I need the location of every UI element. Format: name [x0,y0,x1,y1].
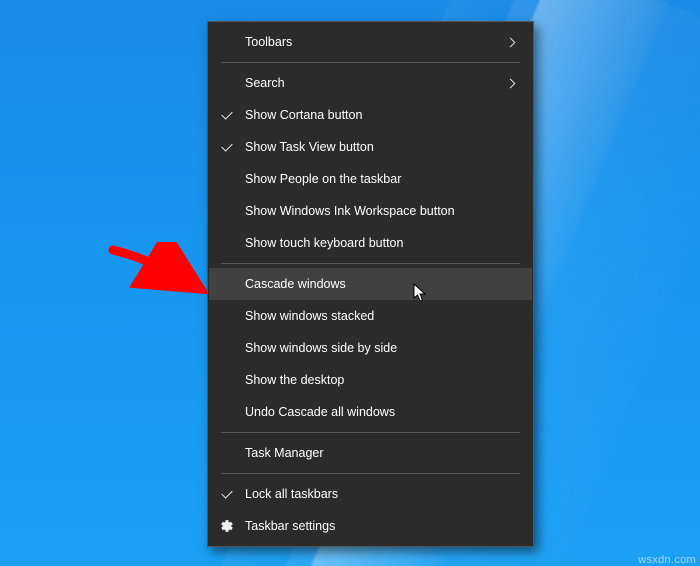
menu-item-label: Search [245,76,502,90]
taskbar-context-menu: Toolbars Search Show Cortana button Show Ta… [207,21,534,547]
menu-item-label: Show touch keyboard button [245,236,502,250]
check-icon [209,113,245,117]
menu-item-show-touch-keyboard-button[interactable]: Show touch keyboard button [209,227,532,259]
menu-item-label: Show Windows Ink Workspace button [245,204,502,218]
menu-item-label: Show Cortana button [245,108,502,122]
menu-item-show-windows-side-by-side[interactable]: Show windows side by side [209,332,532,364]
gear-icon [209,519,245,533]
menu-item-show-task-view-button[interactable]: Show Task View button [209,131,532,163]
menu-item-label: Task Manager [245,446,502,460]
menu-item-label: Toolbars [245,35,502,49]
menu-item-label: Show the desktop [245,373,502,387]
menu-separator [221,473,520,474]
desktop-wallpaper: Toolbars Search Show Cortana button Show Ta… [0,0,700,566]
menu-item-show-the-desktop[interactable]: Show the desktop [209,364,532,396]
menu-item-show-people-on-the-taskbar[interactable]: Show People on the taskbar [209,163,532,195]
menu-item-show-windows-stacked[interactable]: Show windows stacked [209,300,532,332]
menu-separator [221,263,520,264]
menu-item-lock-all-taskbars[interactable]: Lock all taskbars [209,478,532,510]
watermark-text: wsxdn.com [638,554,696,566]
menu-item-taskbar-settings[interactable]: Taskbar settings [209,510,532,542]
annotation-arrow [108,242,208,298]
chevron-right-icon [502,80,522,87]
menu-separator [221,432,520,433]
check-icon [209,145,245,149]
menu-item-label: Show Task View button [245,140,502,154]
menu-item-search[interactable]: Search [209,67,532,99]
menu-item-show-windows-ink-workspace-button[interactable]: Show Windows Ink Workspace button [209,195,532,227]
menu-item-label: Lock all taskbars [245,487,502,501]
menu-item-toolbars[interactable]: Toolbars [209,26,532,58]
menu-item-label: Cascade windows [245,277,502,291]
menu-separator [221,62,520,63]
menu-item-show-cortana-button[interactable]: Show Cortana button [209,99,532,131]
menu-item-label: Taskbar settings [245,519,502,533]
menu-item-cascade-windows[interactable]: Cascade windows [209,268,532,300]
menu-item-task-manager[interactable]: Task Manager [209,437,532,469]
menu-item-label: Show windows stacked [245,309,502,323]
check-icon [209,492,245,496]
menu-item-label: Show People on the taskbar [245,172,502,186]
chevron-right-icon [502,39,522,46]
menu-item-label: Show windows side by side [245,341,502,355]
menu-item-label: Undo Cascade all windows [245,405,502,419]
menu-item-undo-cascade-all-windows[interactable]: Undo Cascade all windows [209,396,532,428]
